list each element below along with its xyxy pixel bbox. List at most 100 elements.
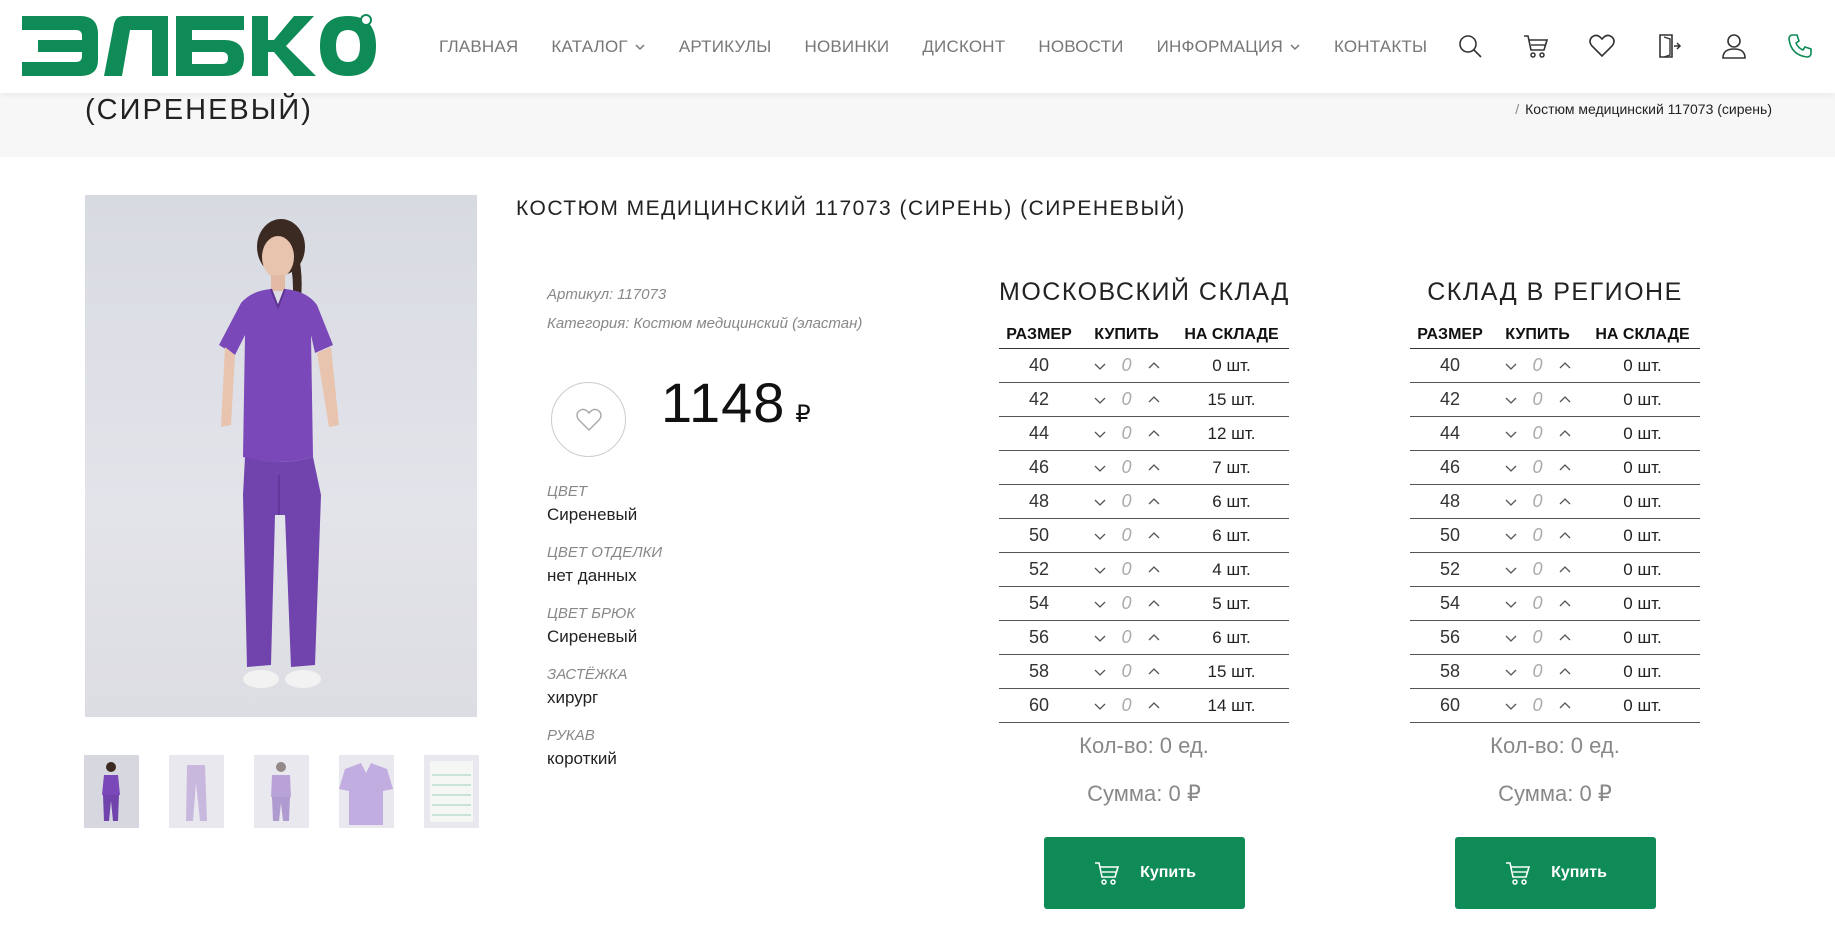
decrease-button[interactable] [1090, 526, 1110, 546]
increase-button[interactable] [1144, 492, 1164, 512]
increase-button[interactable] [1555, 492, 1575, 512]
product-main-image[interactable] [85, 195, 477, 717]
nav-item-discount[interactable]: ДИСКОНТ [922, 37, 1005, 57]
quantity-input[interactable]: 0 [1521, 389, 1555, 410]
search-icon [1459, 35, 1482, 58]
quantity-input[interactable]: 0 [1110, 559, 1144, 580]
quantity-input[interactable]: 0 [1521, 423, 1555, 444]
stock-cell: 12 шт. [1207, 423, 1256, 443]
decrease-button[interactable] [1090, 628, 1110, 648]
quantity-input[interactable]: 0 [1110, 593, 1144, 614]
thumbnail-back[interactable] [254, 755, 309, 828]
nav-item-home[interactable]: ГЛАВНАЯ [439, 37, 518, 57]
account-button[interactable] [1714, 26, 1754, 66]
decrease-button[interactable] [1090, 492, 1110, 512]
quantity-stepper: 0 [1490, 491, 1585, 512]
search-button[interactable] [1450, 26, 1490, 66]
decrease-button[interactable] [1090, 356, 1110, 376]
decrease-button[interactable] [1090, 594, 1110, 614]
decrease-button[interactable] [1090, 662, 1110, 682]
increase-button[interactable] [1555, 662, 1575, 682]
decrease-button[interactable] [1501, 492, 1521, 512]
thumbnail-size-chart[interactable] [424, 755, 479, 828]
increase-button[interactable] [1555, 526, 1575, 546]
increase-button[interactable] [1144, 594, 1164, 614]
increase-button[interactable] [1144, 560, 1164, 580]
cart-button[interactable] [1516, 26, 1556, 66]
increase-button[interactable] [1555, 696, 1575, 716]
increase-button[interactable] [1144, 424, 1164, 444]
increase-button[interactable] [1144, 458, 1164, 478]
decrease-button[interactable] [1501, 696, 1521, 716]
increase-button[interactable] [1144, 628, 1164, 648]
increase-button[interactable] [1144, 356, 1164, 376]
decrease-button[interactable] [1090, 390, 1110, 410]
quantity-input[interactable]: 0 [1521, 695, 1555, 716]
quantity-input[interactable]: 0 [1521, 525, 1555, 546]
increase-button[interactable] [1144, 390, 1164, 410]
thumbnail-pants[interactable] [169, 755, 224, 828]
decrease-button[interactable] [1090, 424, 1110, 444]
header-actions [1450, 26, 1835, 66]
quantity-input[interactable]: 0 [1521, 627, 1555, 648]
decrease-button[interactable] [1501, 628, 1521, 648]
decrease-button[interactable] [1501, 390, 1521, 410]
increase-button[interactable] [1555, 356, 1575, 376]
decrease-button[interactable] [1501, 560, 1521, 580]
quantity-input[interactable]: 0 [1521, 355, 1555, 376]
phone-button[interactable] [1780, 26, 1820, 66]
quantity-total: Кол-во: 0 ед. [1079, 733, 1209, 758]
decrease-button[interactable] [1501, 594, 1521, 614]
quantity-input[interactable]: 0 [1521, 457, 1555, 478]
quantity-input[interactable]: 0 [1110, 457, 1144, 478]
favorites-button[interactable] [1582, 26, 1622, 66]
quantity-input[interactable]: 0 [1521, 661, 1555, 682]
decrease-button[interactable] [1501, 458, 1521, 478]
add-to-favorites-button[interactable] [551, 382, 626, 457]
quantity-input[interactable]: 0 [1110, 695, 1144, 716]
nav-item-news[interactable]: НОВОСТИ [1038, 37, 1123, 57]
buy-button[interactable]: Купить [1454, 837, 1656, 909]
nav-item-contacts[interactable]: КОНТАКТЫ [1334, 37, 1427, 57]
quantity-input[interactable]: 0 [1110, 389, 1144, 410]
decrease-button[interactable] [1501, 356, 1521, 376]
quantity-input[interactable]: 0 [1521, 593, 1555, 614]
decrease-button[interactable] [1090, 560, 1110, 580]
quantity-input[interactable]: 0 [1110, 355, 1144, 376]
chevron-down-icon [1505, 363, 1516, 370]
decrease-button[interactable] [1501, 662, 1521, 682]
decrease-button[interactable] [1501, 424, 1521, 444]
increase-button[interactable] [1144, 526, 1164, 546]
product-thumbnails [84, 755, 509, 828]
stock-cell: 0 шт. [1623, 525, 1662, 545]
increase-button[interactable] [1555, 424, 1575, 444]
category-value[interactable]: Костюм медицинский (эластан) [633, 315, 862, 332]
increase-button[interactable] [1555, 458, 1575, 478]
increase-button[interactable] [1144, 662, 1164, 682]
thumbnail-front[interactable] [84, 755, 139, 828]
increase-button[interactable] [1555, 390, 1575, 410]
decrease-button[interactable] [1090, 458, 1110, 478]
decrease-button[interactable] [1090, 696, 1110, 716]
brand-logo[interactable] [18, 10, 378, 82]
nav-item-articles[interactable]: АРТИКУЛЫ [679, 37, 772, 57]
decrease-button[interactable] [1501, 526, 1521, 546]
buy-button[interactable]: Купить [1043, 837, 1245, 909]
quantity-input[interactable]: 0 [1521, 559, 1555, 580]
increase-button[interactable] [1144, 696, 1164, 716]
increase-button[interactable] [1555, 628, 1575, 648]
quantity-input[interactable]: 0 [1110, 525, 1144, 546]
nav-item-new[interactable]: НОВИНКИ [804, 37, 889, 57]
quantity-input[interactable]: 0 [1110, 661, 1144, 682]
nav-item-catalog[interactable]: КАТАЛОГ [551, 37, 645, 57]
stock-cell: 0 шт. [1623, 355, 1662, 375]
quantity-input[interactable]: 0 [1110, 491, 1144, 512]
quantity-input[interactable]: 0 [1110, 423, 1144, 444]
quantity-input[interactable]: 0 [1521, 491, 1555, 512]
quantity-input[interactable]: 0 [1110, 627, 1144, 648]
increase-button[interactable] [1555, 560, 1575, 580]
thumbnail-top[interactable] [339, 755, 394, 828]
increase-button[interactable] [1555, 594, 1575, 614]
nav-item-info[interactable]: ИНФОРМАЦИЯ [1157, 37, 1301, 57]
login-button[interactable] [1648, 26, 1688, 66]
